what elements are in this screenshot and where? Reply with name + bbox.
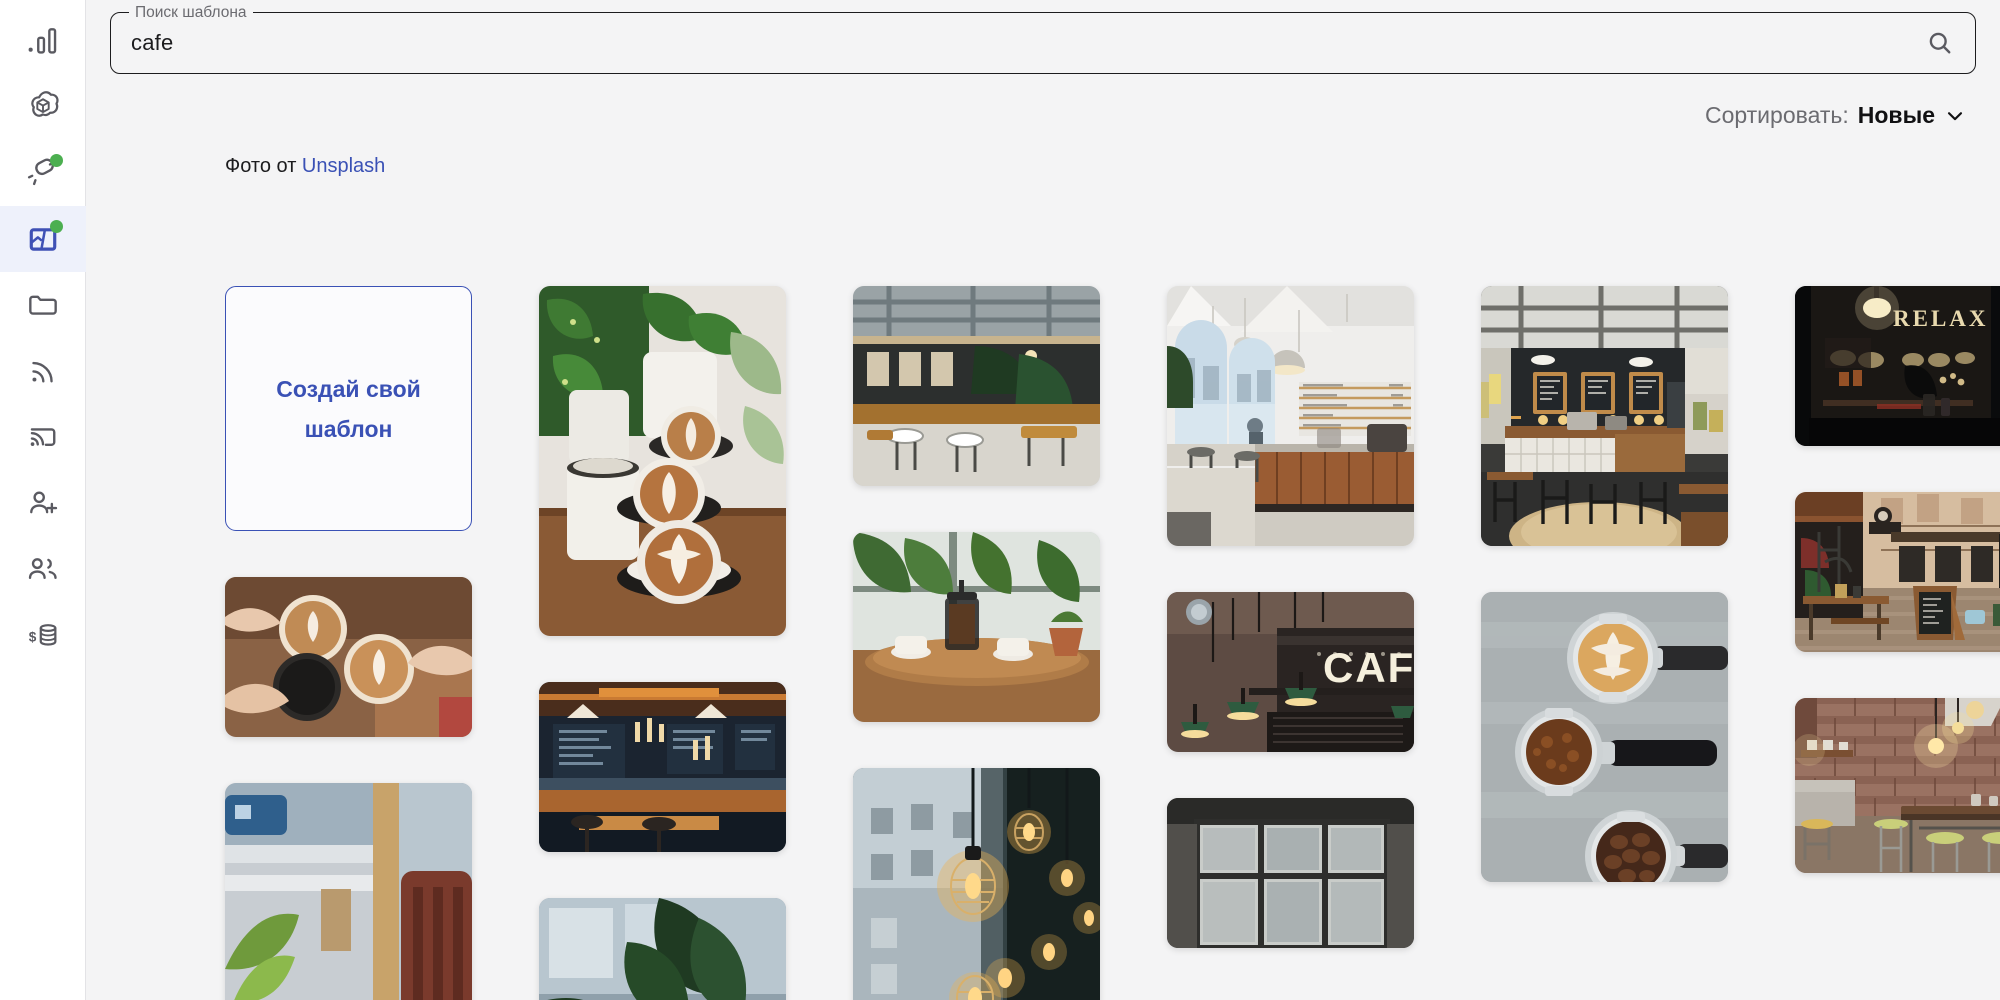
openai-icon [30,91,59,117]
photo-window [225,783,472,1000]
grid-column: RELAX [1795,286,2000,1000]
app-root: $ Поиск шаблона cafe Сортировать: Новые … [0,0,2000,1000]
chevron-down-icon[interactable] [1944,105,1966,127]
grid-column: Создай свой шаблон [225,286,472,1000]
sidebar-item-feed[interactable] [0,338,86,404]
sort-dropdown[interactable]: Сортировать: Новые [1705,102,1966,129]
folder-icon [28,295,57,315]
grid-column [1481,286,1728,1000]
rss-icon [31,361,53,383]
sidebar-item-users[interactable] [0,536,86,602]
photo-card[interactable] [1481,286,1728,546]
analytics-icon [28,28,56,54]
photo-card[interactable] [1167,798,1414,948]
search-zone: Поиск шаблона cafe [86,0,2000,74]
photo-cheers [225,577,472,737]
grid-column: CAFE [1167,286,1414,1000]
photo-card[interactable] [1795,698,2000,873]
photo-card[interactable] [1167,286,1414,546]
users-icon [28,558,57,580]
photo-relax: RELAX [1795,286,2000,446]
cast-icon [30,428,55,446]
photo-card[interactable] [1795,492,2000,652]
search-input[interactable]: cafe [131,30,173,56]
photo-card[interactable] [225,577,472,737]
grid-column [539,286,786,1000]
photo-portafilters [1481,592,1728,882]
photo-card[interactable] [853,768,1100,1000]
photo-brick [1795,698,2000,873]
svg-text:$: $ [28,629,36,644]
svg-text:CAFE: CAFE [1323,644,1414,691]
sidebar-item-billing[interactable]: $ [0,602,86,668]
photo-card[interactable] [539,898,786,1000]
sidebar-item-analytics[interactable] [0,8,86,74]
photo-card[interactable] [539,286,786,636]
sort-label: Сортировать: [1704,102,1849,128]
photo-loft-window [1167,798,1414,948]
search-label: Поиск шаблона [129,3,253,23]
grid-column [853,286,1100,1000]
add-user-icon [29,491,57,514]
unsplash-link[interactable]: Unsplash [302,155,385,177]
photo-chalkboard [1481,286,1728,546]
photo-card[interactable]: CAFE [1167,592,1414,752]
photo-card[interactable] [539,682,786,852]
search-icon[interactable] [1925,28,1955,58]
photo-terrace [1795,492,2000,652]
unsplash-attribution: Фото от Unsplash [86,129,2000,178]
photo-card[interactable]: RELAX [1795,286,2000,446]
billing-icon: $ [28,624,56,646]
sidebar: $ [0,0,86,1000]
notification-badge [49,220,63,233]
notification-badge [49,154,63,167]
photo-card[interactable] [225,783,472,1000]
photo-frenchpress [853,532,1100,722]
photo-hall [853,286,1100,486]
svg-text:RELAX: RELAX [1893,306,1989,331]
sidebar-item-openai[interactable] [0,74,86,140]
photo-bar [539,682,786,852]
sort-row: Сортировать: Новые [86,74,2000,129]
create-template-label: Создай свой шаблон [276,375,421,442]
photo-card[interactable] [853,286,1100,486]
sidebar-item-add-user[interactable] [0,470,86,536]
sidebar-item-folders[interactable] [0,272,86,338]
sidebar-item-templates[interactable] [0,206,86,272]
photo-card[interactable] [1481,592,1728,882]
photo-bright-cafe [1167,286,1414,546]
photo-greens [539,898,786,1000]
photo-grid: Создай свой шаблон CAF RELAX [225,286,2000,1000]
main-content: Поиск шаблона cafe Сортировать: Новые Фо… [86,0,2000,1000]
sidebar-item-cast[interactable] [0,404,86,470]
attribution-prefix: Фото от [225,155,302,177]
photo-cafe-sign: CAFE [1167,592,1414,752]
sidebar-item-integrations[interactable] [0,140,86,206]
photo-card[interactable] [853,532,1100,722]
search-field[interactable]: Поиск шаблона cafe [110,3,1976,74]
photo-bulbs [853,768,1100,1000]
photo-latte-plants [539,286,786,636]
sort-value: Новые [1857,102,1935,128]
create-template-card[interactable]: Создай свой шаблон [225,286,472,531]
